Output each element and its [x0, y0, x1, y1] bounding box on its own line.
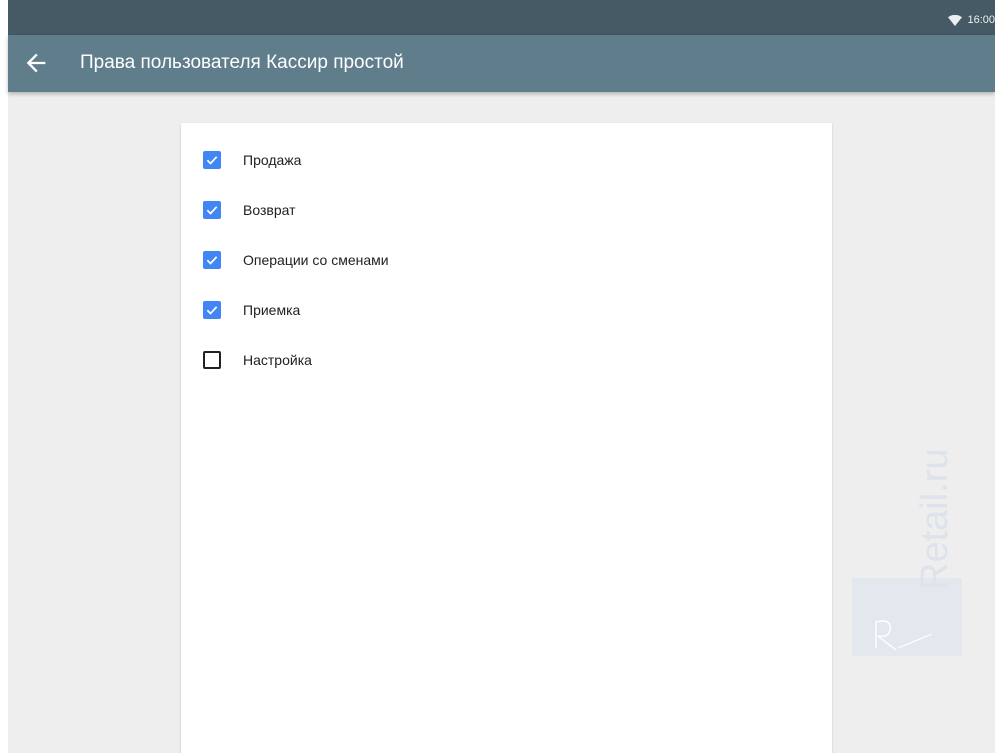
watermark-logo-icon: [875, 620, 933, 651]
page-title: Права пользователя Кассир простой: [80, 52, 404, 73]
permission-label: Возврат: [243, 202, 296, 218]
permissions-list: Продажа Возврат Операции со сменами Приемка…: [181, 135, 832, 385]
check-icon: [206, 156, 218, 165]
permission-label: Приемка: [243, 302, 301, 318]
left-edge: [0, 0, 8, 753]
checkbox-checked[interactable]: [203, 201, 221, 219]
check-icon: [206, 306, 218, 315]
permission-row[interactable]: Настройка: [181, 335, 832, 385]
status-time: 16:00: [967, 14, 995, 26]
checkbox-checked[interactable]: [203, 301, 221, 319]
wifi-icon: [948, 14, 963, 26]
app-bar: Права пользователя Кассир простой: [8, 35, 995, 92]
permission-label: Настройка: [243, 352, 312, 368]
check-icon: [206, 256, 218, 265]
screen: 16:00 Права пользователя Кассир простой …: [0, 0, 995, 753]
permission-row[interactable]: Приемка: [181, 285, 832, 335]
permission-row[interactable]: Продажа: [181, 135, 832, 185]
arrow-back-icon: [26, 53, 46, 73]
watermark-logo-box: [852, 578, 962, 656]
back-button[interactable]: [22, 49, 50, 77]
checkbox-checked[interactable]: [203, 151, 221, 169]
watermark-text: Retail.ru: [914, 449, 956, 591]
check-icon: [206, 206, 218, 215]
permission-row[interactable]: Операции со сменами: [181, 235, 832, 285]
permission-row[interactable]: Возврат: [181, 185, 832, 235]
svg-text:Retail.ru: Retail.ru: [914, 449, 956, 591]
checkbox-checked[interactable]: [203, 251, 221, 269]
checkbox-unchecked[interactable]: [203, 351, 221, 369]
permissions-card: Продажа Возврат Операции со сменами Приемка…: [181, 123, 832, 753]
permission-label: Продажа: [243, 152, 302, 168]
watermark: Retail.ru: [852, 440, 962, 660]
permission-label: Операции со сменами: [243, 252, 389, 268]
status-bar: 16:00: [8, 0, 995, 35]
status-indicators: 16:00: [948, 13, 995, 27]
